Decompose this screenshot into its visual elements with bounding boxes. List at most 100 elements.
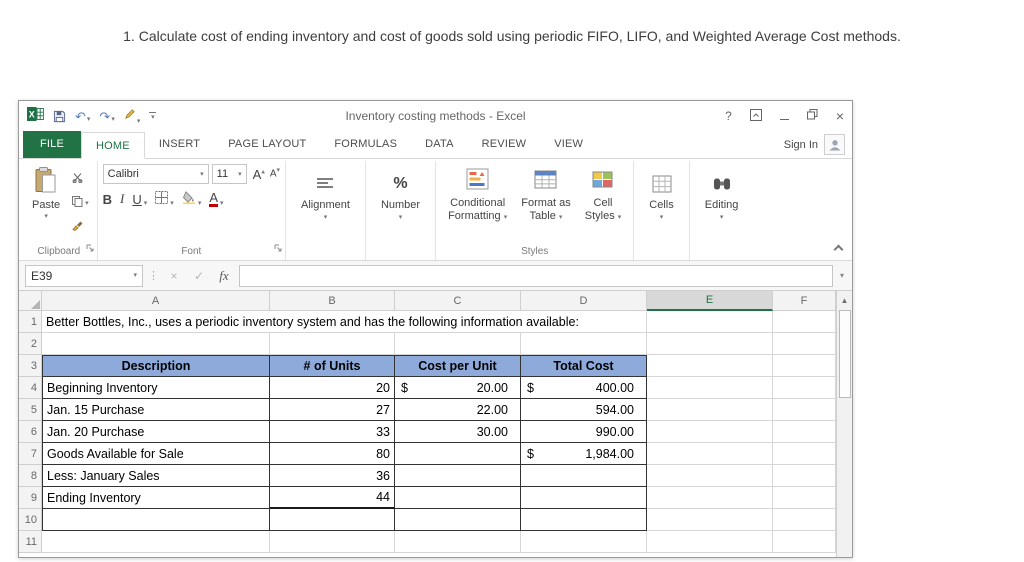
cell-D7[interactable]: $1,984.00: [521, 443, 647, 465]
cell-B8[interactable]: 36: [270, 465, 395, 487]
cell-F1[interactable]: [773, 311, 836, 333]
column-header-f[interactable]: F: [773, 291, 836, 311]
row-header-3[interactable]: 3: [19, 355, 42, 377]
decrease-font-button[interactable]: A▾: [270, 167, 280, 182]
cell-D6[interactable]: 990.00: [521, 421, 647, 443]
row-header-1[interactable]: 1: [19, 311, 42, 333]
cell-E1[interactable]: [647, 311, 773, 333]
cell-A2[interactable]: [42, 333, 270, 355]
cell-A7[interactable]: Goods Available for Sale: [42, 443, 270, 465]
cell-C3[interactable]: Cost per Unit: [395, 355, 521, 377]
copy-button[interactable]: ▾: [72, 194, 89, 212]
cell-F8[interactable]: [773, 465, 836, 487]
cell-A6[interactable]: Jan. 20 Purchase: [42, 421, 270, 443]
cell-E11[interactable]: [647, 531, 773, 553]
cell-A4[interactable]: Beginning Inventory: [42, 377, 270, 399]
expand-formula-bar-button[interactable]: ▾: [838, 271, 846, 280]
save-button[interactable]: [53, 110, 66, 123]
tab-file[interactable]: FILE: [23, 131, 82, 158]
enter-button[interactable]: ✓: [189, 269, 209, 283]
cell-A8[interactable]: Less: January Sales: [42, 465, 270, 487]
customize-qat-button[interactable]: ▾: [149, 111, 157, 121]
cell-F6[interactable]: [773, 421, 836, 443]
editing-button[interactable]: Editing ▾: [695, 164, 749, 221]
cell-F2[interactable]: [773, 333, 836, 355]
row-header-5[interactable]: 5: [19, 399, 42, 421]
cell-A9[interactable]: Ending Inventory: [42, 487, 270, 509]
cell-E4[interactable]: [647, 377, 773, 399]
cell-A11[interactable]: [42, 531, 270, 553]
cell-E5[interactable]: [647, 399, 773, 421]
formula-input[interactable]: [239, 264, 833, 287]
cell-B11[interactable]: [270, 531, 395, 553]
cell-D11[interactable]: [521, 531, 647, 553]
cell-B6[interactable]: 33: [270, 421, 395, 443]
cell-E10[interactable]: [647, 509, 773, 531]
cell-B5[interactable]: 27: [270, 399, 395, 421]
cell-F7[interactable]: [773, 443, 836, 465]
cancel-button[interactable]: ×: [164, 269, 184, 283]
font-size-select[interactable]: 11 ▾: [211, 164, 247, 184]
row-header-9[interactable]: 9: [19, 487, 42, 509]
tab-view[interactable]: VIEW: [540, 131, 597, 158]
cell-E7[interactable]: [647, 443, 773, 465]
italic-button[interactable]: I: [120, 191, 124, 207]
number-button[interactable]: % Number ▾: [371, 164, 430, 221]
fill-color-button[interactable]: ▾: [182, 191, 201, 207]
cell-E2[interactable]: [647, 333, 773, 355]
font-name-select[interactable]: Calibri ▾: [102, 164, 209, 184]
cell-A3[interactable]: Description: [42, 355, 270, 377]
close-button[interactable]: ×: [836, 108, 844, 124]
cell-C8[interactable]: [395, 465, 521, 487]
column-header-d[interactable]: D: [521, 291, 647, 311]
cell-F11[interactable]: [773, 531, 836, 553]
row-header-2[interactable]: 2: [19, 333, 42, 355]
paste-button[interactable]: Paste ▾: [26, 164, 69, 236]
cell-B10[interactable]: [270, 509, 395, 531]
font-dialog-launcher[interactable]: [274, 239, 282, 257]
row-header-7[interactable]: 7: [19, 443, 42, 465]
column-header-e[interactable]: E: [647, 291, 773, 311]
cell-C6[interactable]: 30.00: [395, 421, 521, 443]
cell-C7[interactable]: [395, 443, 521, 465]
row-header-10[interactable]: 10: [19, 509, 42, 531]
cell-D10[interactable]: [521, 509, 647, 531]
cell-C11[interactable]: [395, 531, 521, 553]
row-header-8[interactable]: 8: [19, 465, 42, 487]
pen-button[interactable]: ▾: [124, 107, 140, 125]
underline-button[interactable]: U ▾: [132, 192, 147, 207]
cell-F9[interactable]: [773, 487, 836, 509]
cell-C10[interactable]: [395, 509, 521, 531]
cell-B3[interactable]: # of Units: [270, 355, 395, 377]
cell-F10[interactable]: [773, 509, 836, 531]
name-box[interactable]: E39 ▾: [25, 264, 143, 287]
cell-C5[interactable]: 22.00: [395, 399, 521, 421]
row-header-11[interactable]: 11: [19, 531, 42, 553]
cell-B2[interactable]: [270, 333, 395, 355]
clipboard-dialog-launcher[interactable]: [86, 239, 94, 257]
tab-review[interactable]: REVIEW: [468, 131, 541, 158]
restore-button[interactable]: [806, 109, 818, 123]
cells-button[interactable]: Cells ▾: [639, 164, 683, 221]
cell-D9[interactable]: [521, 487, 647, 509]
scrollbar-thumb[interactable]: [838, 310, 851, 398]
help-button[interactable]: ?: [725, 109, 732, 123]
select-all-button[interactable]: [19, 291, 42, 311]
row-header-6[interactable]: 6: [19, 421, 42, 443]
undo-button[interactable]: ↶ ▾: [75, 110, 90, 123]
cell-A1[interactable]: Better Bottles, Inc., uses a periodic in…: [42, 311, 579, 333]
insert-function-button[interactable]: fx: [214, 268, 234, 284]
cell-D3[interactable]: Total Cost: [521, 355, 647, 377]
bold-button[interactable]: B: [103, 192, 112, 207]
row-header-4[interactable]: 4: [19, 377, 42, 399]
redo-button[interactable]: ↷ ▾: [99, 110, 114, 123]
cell-E3[interactable]: [647, 355, 773, 377]
ribbon-display-options-button[interactable]: [749, 108, 762, 124]
increase-font-button[interactable]: A▴: [253, 167, 265, 182]
column-header-b[interactable]: B: [270, 291, 395, 311]
column-header-a[interactable]: A: [42, 291, 270, 311]
format-as-table-button[interactable]: Format as Table ▾: [514, 164, 578, 223]
tab-formulas[interactable]: FORMULAS: [320, 131, 411, 158]
cut-button[interactable]: [72, 170, 89, 188]
column-header-c[interactable]: C: [395, 291, 521, 311]
